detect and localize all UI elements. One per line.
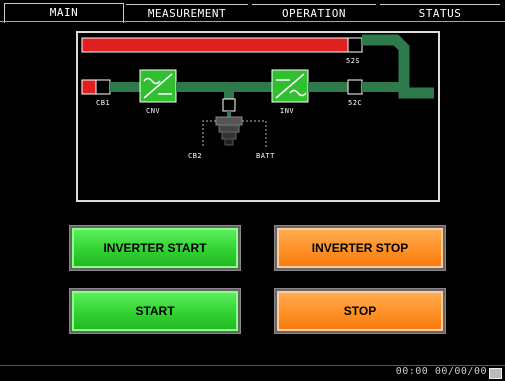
label-cb2: CB2 [188,152,203,160]
label-cb1: CB1 [96,99,111,107]
bypass-line [81,37,349,53]
tab-main[interactable]: MAIN [4,3,124,23]
tab-divider [0,21,505,22]
input-line [81,79,97,95]
label-52c: 52C [348,99,363,107]
label-52s: 52S [346,57,361,65]
input-path [110,82,140,92]
start-button[interactable]: START [70,289,240,333]
breaker-52c-icon [347,79,363,95]
clock-display: 00:00 00/00/00 [395,366,487,377]
inverter-output-path [308,82,348,92]
label-cnv: CNV [146,107,161,115]
battery-icon [215,116,243,126]
tab-measurement[interactable]: MEASUREMENT [126,4,248,22]
inverter-stop-button[interactable]: INVERTER STOP [275,226,445,270]
breaker-52s-icon [347,37,363,53]
single-line-diagram: 52S 52C CB1 CNV INV CB2 BATT [76,31,440,202]
breaker-cb1-icon [95,79,111,95]
label-batt: BATT [256,152,275,160]
tab-status[interactable]: STATUS [380,4,500,22]
breaker-cb2-icon [222,98,236,112]
screen-icon[interactable] [489,368,502,379]
tab-bar: MAIN MEASUREMENT OPERATION STATUS [0,0,505,23]
inverter-start-button[interactable]: INVERTER START [70,226,240,270]
label-inv: INV [280,107,295,115]
diagram-graphic [81,34,434,148]
dc-link-path [176,82,272,92]
stop-button[interactable]: STOP [275,289,445,333]
tab-operation[interactable]: OPERATION [252,4,376,22]
output-path [362,82,406,92]
